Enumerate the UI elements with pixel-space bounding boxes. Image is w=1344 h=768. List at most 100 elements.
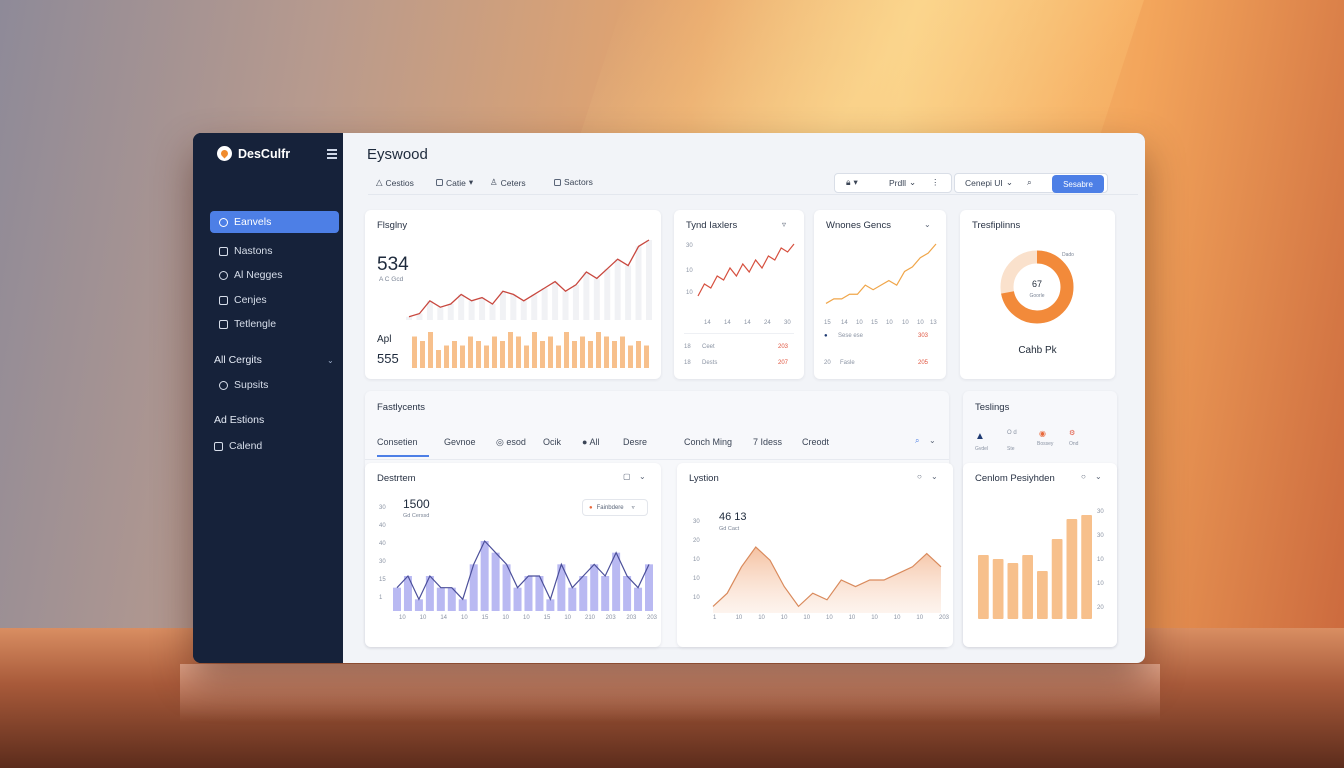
tick-label: 203 (626, 615, 637, 621)
x-tick: 30 (784, 320, 791, 326)
x-tick: 15 (871, 320, 878, 326)
tick-label: 10 (826, 615, 833, 621)
area-column (458, 599, 467, 611)
tab-7-idess[interactable]: 7 Idess (753, 437, 782, 447)
primary-action-button[interactable]: Sesabre (1052, 175, 1104, 193)
calendar-icon (214, 441, 223, 451)
toolbar-item-sactors[interactable]: Sactors (554, 177, 593, 187)
tick-label: 10 (564, 615, 572, 621)
tick-label: 10 (1097, 581, 1104, 587)
tick-label: 30 (1097, 509, 1104, 515)
tab-creodt[interactable]: Creodt (802, 437, 829, 447)
bg-column (593, 278, 600, 320)
chevron-down-icon[interactable]: ⌄ (639, 472, 646, 481)
sidebar-item-al-negges[interactable]: Al Negges (210, 264, 339, 286)
tick-label: 10 (893, 615, 901, 621)
area-column (623, 576, 632, 611)
tab-desre[interactable]: Desre (623, 437, 647, 447)
circle-icon[interactable]: ○ (917, 472, 922, 481)
card-title: Wnones Gencs (826, 220, 891, 231)
bar (580, 336, 585, 368)
tick-label: 15 (379, 577, 386, 583)
tab-esod[interactable]: ◎ esod (496, 437, 526, 448)
bar-chart-cenlom (978, 515, 1092, 619)
tab-gevnoe[interactable]: Gevnoe (444, 437, 476, 447)
metric-sub: Gd Cact (719, 526, 740, 532)
area-column (491, 552, 500, 611)
toolbar-item-ceters[interactable]: ♙ Ceters (490, 177, 526, 188)
filter-badge[interactable]: ● Fainbdere ▿ (582, 499, 648, 516)
toolbar-item-cestios[interactable]: △ Cestios (376, 177, 414, 188)
chip-label: Gvdel (975, 446, 989, 452)
bar-chart-flsglny (412, 332, 649, 368)
row-label: Fasle (840, 360, 855, 366)
chevron-down-icon[interactable]: ⌄ (327, 356, 334, 365)
card-tynd-iaxlers: Tynd Iaxlers ▿ 30 10 10 14 14 14 24 30 1… (674, 210, 804, 379)
chevron-down-icon[interactable]: ⌄ (1095, 472, 1102, 481)
metric-value: 534 (377, 254, 409, 275)
tick-label: 10 (523, 615, 530, 621)
tick-label: 1 (379, 595, 383, 601)
table-icon (219, 319, 228, 329)
bg-column (489, 304, 496, 320)
app-logo[interactable]: DesCulfr (217, 146, 290, 161)
sidebar-item-eanvels[interactable]: Eanvels (210, 211, 339, 233)
x-tick: 13 (930, 320, 937, 326)
tick-label: 10 (803, 615, 811, 621)
y-tick: 30 (686, 243, 693, 249)
expand-icon[interactable]: ▢ (623, 472, 631, 481)
more-icon[interactable]: ⋮ (931, 177, 940, 188)
circle-icon[interactable]: ○ (1081, 472, 1086, 481)
x-tick: 14 (841, 320, 848, 326)
sidebar-item-label: Al Negges (234, 269, 283, 281)
area-column (524, 576, 533, 611)
bg-column (635, 246, 642, 320)
sidebar-item-supsits[interactable]: Supsits (210, 374, 339, 396)
bar (484, 345, 489, 368)
series-line (825, 243, 937, 304)
area-column (513, 587, 522, 611)
tick-label: 203 (647, 615, 658, 621)
sidebar-group-ad-estions[interactable]: Ad Estions (214, 414, 264, 426)
row-label: Ceet (702, 344, 715, 350)
sidebar-item-calend[interactable]: Calend (210, 435, 339, 457)
tab-all[interactable]: ● All (582, 437, 599, 447)
monitor-screen: DesCulfr Eanvels Nastons Al Negges Cenje… (193, 133, 1145, 663)
chevron-down-icon[interactable]: ⌄ (931, 472, 938, 481)
sidebar-item-tetlengle[interactable]: Tetlengle (210, 313, 339, 335)
sidebar-item-nastons[interactable]: Nastons (210, 240, 339, 262)
chevron-down-icon[interactable]: ⌄ (929, 436, 936, 445)
chevron-down-icon[interactable]: ⌄ (924, 220, 931, 229)
metric-value: 46 13 (719, 511, 747, 523)
tick-label: 10 (848, 615, 856, 621)
row-number: 303 (918, 333, 929, 339)
area-column (579, 576, 588, 611)
sidebar-item-cenjes[interactable]: Cenjes (210, 289, 339, 311)
area-column (546, 599, 555, 611)
bar (644, 345, 649, 368)
tab-consetien[interactable]: Consetien (377, 437, 418, 447)
tab-ocik[interactable]: Ocik (543, 437, 561, 447)
row-value: 18 (684, 344, 691, 350)
tab-conch-ming[interactable]: Conch Ming (684, 437, 732, 447)
shield-icon (219, 380, 228, 390)
sidebar-group-all-cergits[interactable]: All Cergits (214, 354, 262, 366)
hamburger-menu-icon[interactable] (327, 149, 337, 161)
search-icon[interactable]: ⌕ (1027, 177, 1032, 188)
bar (492, 336, 497, 368)
bg-column (468, 300, 475, 320)
main-content: Eyswood △ Cestios Catie ▾ ♙ Ceters Sactors … (343, 133, 1145, 663)
tick-label: 40 (379, 541, 386, 547)
orange-dot-icon: ◉ (1039, 429, 1046, 438)
pin-icon: ▿ (631, 505, 635, 511)
sidebar: DesCulfr Eanvels Nastons Al Negges Cenje… (193, 133, 343, 663)
lock-dropdown[interactable]: 🔒︎ ▾ (846, 177, 858, 188)
sidebar-item-label: Eanvels (234, 216, 272, 228)
profile-dropdown[interactable]: Prdll ⌄ (889, 177, 916, 188)
card-menu-icon[interactable]: ▿ (782, 220, 786, 229)
bar (548, 336, 553, 368)
search-icon[interactable]: ⌕ (915, 436, 919, 446)
warning-icon: ▲ (975, 431, 985, 442)
cenepi-dropdown[interactable]: Cenepi UI ⌄ (965, 177, 1013, 188)
toolbar-item-catie[interactable]: Catie ▾ (436, 177, 473, 188)
